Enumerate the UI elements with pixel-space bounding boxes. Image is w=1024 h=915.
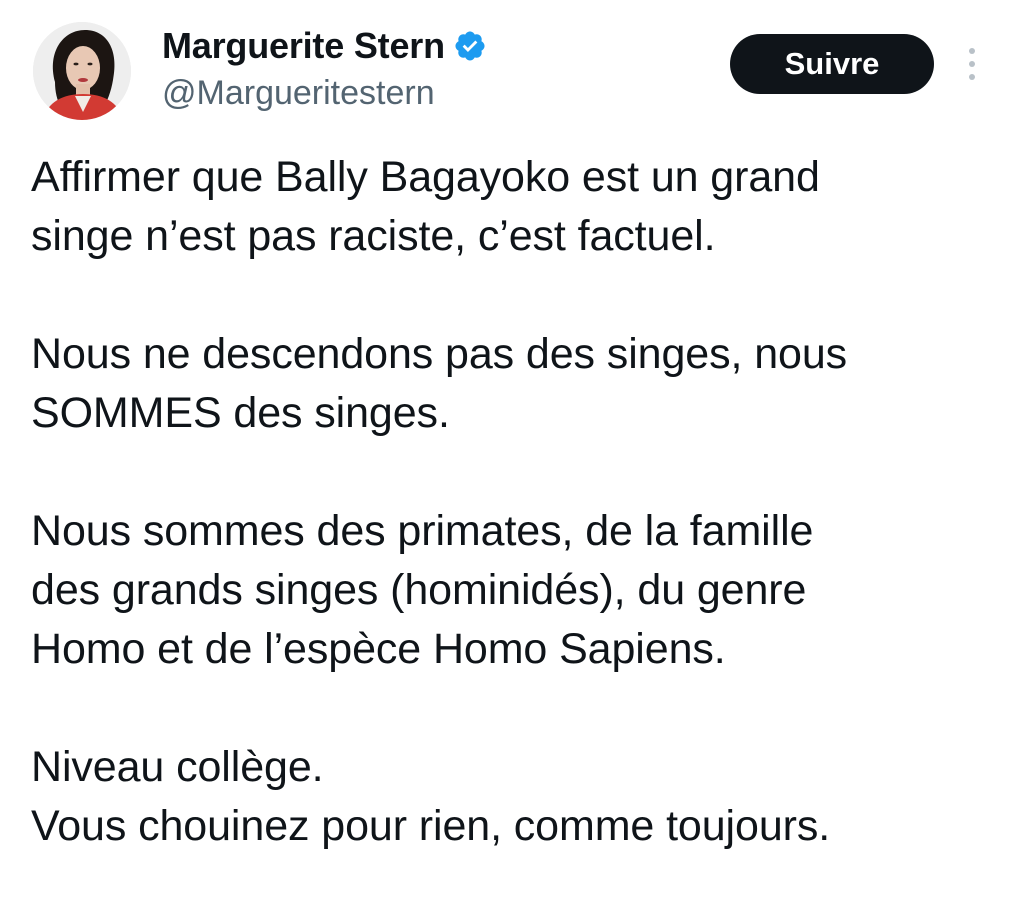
author-avatar[interactable] [33, 22, 131, 120]
more-dot [969, 48, 975, 54]
tweet-paragraph: Nous sommes des primates, de la famille … [31, 502, 1011, 679]
tweet-line: singe n’est pas raciste, c’est factuel. [31, 212, 716, 260]
tweet-line: des grands singes (hominidés), du genre [31, 566, 807, 614]
tweet-line: Vous chouinez pour rien, comme toujours. [31, 802, 831, 850]
follow-button[interactable]: Suivre [730, 34, 934, 94]
tweet-line: Niveau collège. [31, 743, 324, 791]
tweet-card: Marguerite Stern @Margueritestern Suivre… [0, 0, 1024, 889]
more-vertical-icon[interactable] [958, 44, 986, 84]
avatar-photo-icon [33, 22, 131, 120]
tweet-line: Nous ne descendons pas des singes, nous [31, 330, 848, 378]
more-dot [969, 74, 975, 80]
tweet-paragraph: Nous ne descendons pas des singes, nous … [31, 325, 1011, 443]
tweet-line: Nous sommes des primates, de la famille [31, 507, 814, 555]
tweet-line: Homo et de l’espèce Homo Sapiens. [31, 625, 726, 673]
tweet-line: Affirmer que Bally Bagayoko est un grand [31, 153, 820, 201]
author-display-name[interactable]: Marguerite Stern [162, 25, 445, 67]
tweet-paragraph: Affirmer que Bally Bagayoko est un grand… [31, 148, 1011, 266]
tweet-paragraph: Niveau collège. Vous chouinez pour rien,… [31, 738, 1011, 856]
author-name-row: Marguerite Stern [162, 24, 487, 68]
verified-badge-icon [453, 29, 487, 63]
more-dot [969, 61, 975, 67]
tweet-text: Affirmer que Bally Bagayoko est un grand… [31, 148, 1011, 915]
tweet-line: SOMMES des singes. [31, 389, 450, 437]
author-handle[interactable]: @Margueritestern [162, 74, 435, 113]
tweet-header: Marguerite Stern @Margueritestern Suivre [0, 0, 1024, 140]
